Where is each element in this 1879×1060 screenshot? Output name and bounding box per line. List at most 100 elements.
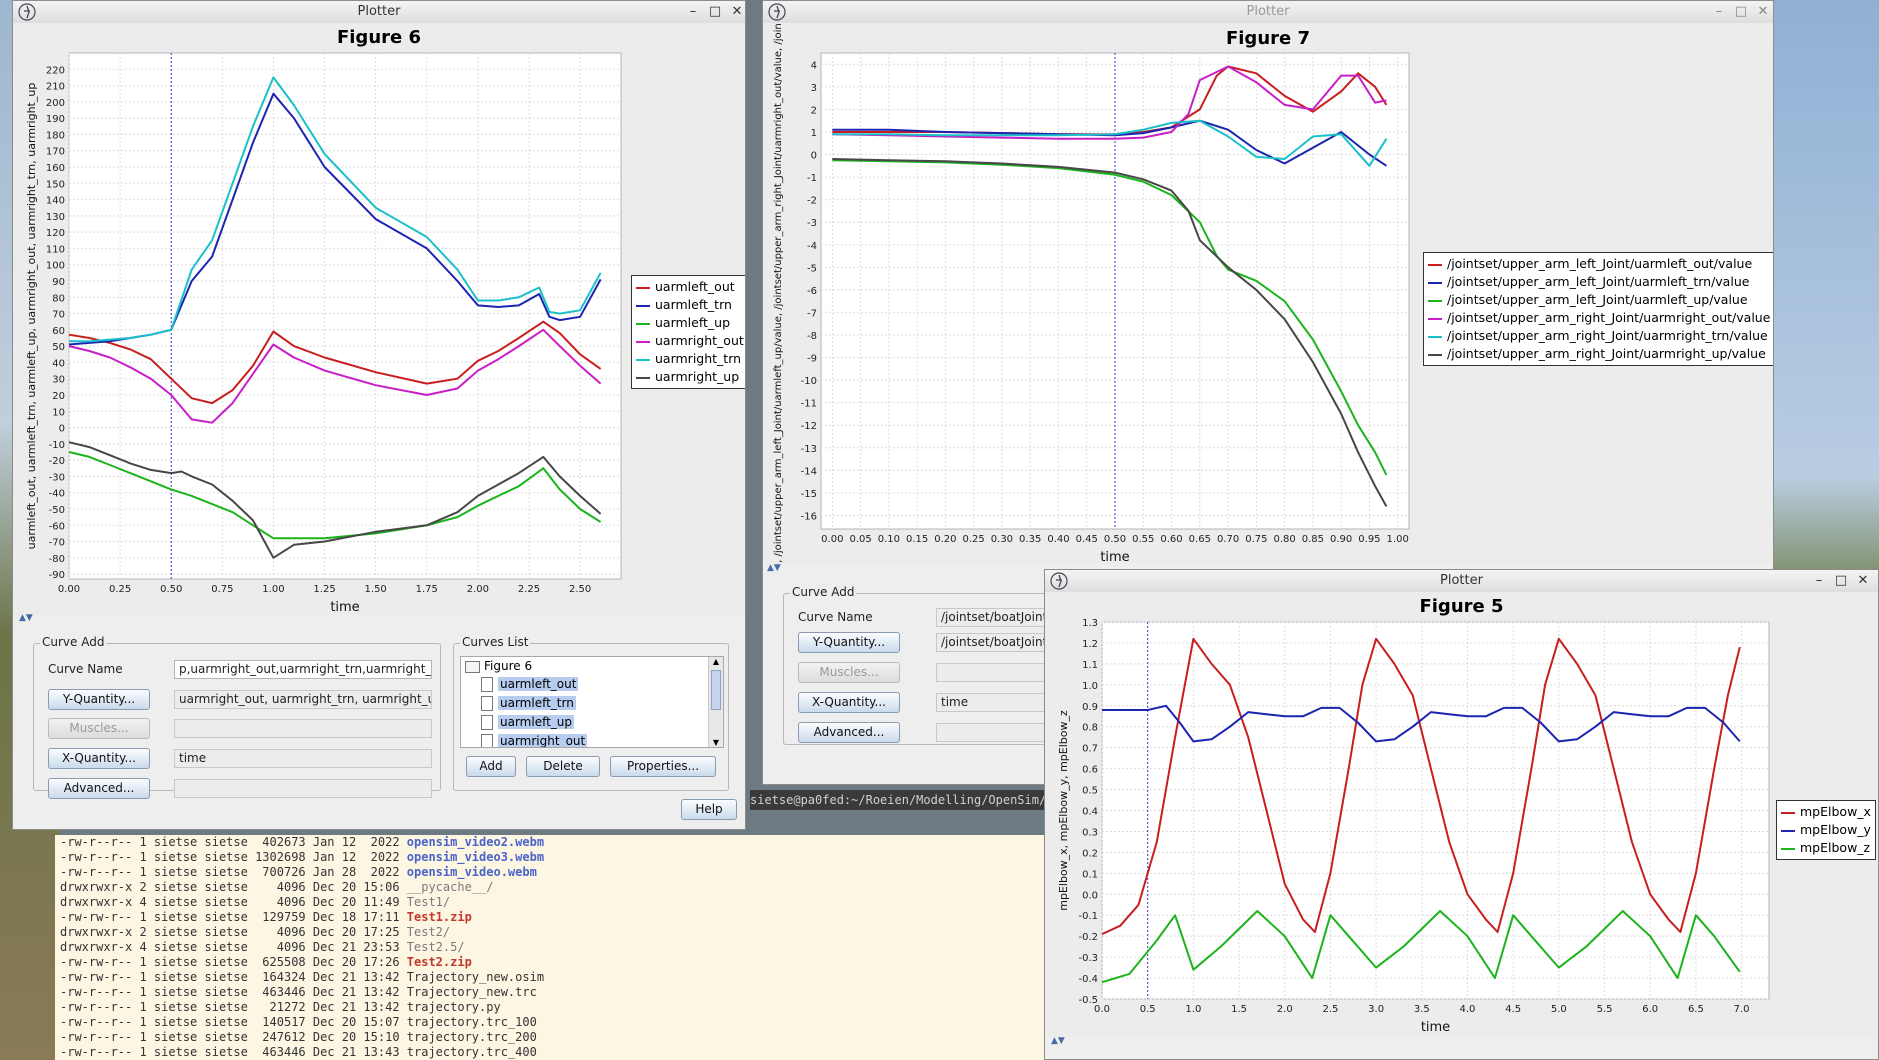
x-quantity-button[interactable]: X-Quantity... [798, 692, 900, 713]
minimize-icon[interactable]: – [683, 1, 703, 23]
close-icon[interactable]: ✕ [1853, 570, 1873, 592]
x-quantity-button[interactable]: X-Quantity... [48, 748, 150, 769]
terminal-line: drwxrwxr-x 4 sietse sietse 4096 Dec 21 2… [55, 940, 1045, 955]
legend-swatch [1781, 829, 1795, 832]
legend-entry: mpElbow_x [1781, 803, 1871, 821]
delete-curve-button[interactable]: Delete [526, 756, 600, 777]
divider-arrows[interactable]: ▲▼ [1051, 1036, 1065, 1046]
y-tick-label: 1 [811, 128, 817, 139]
file-meta: -rw-rw-r-- 1 sietse sietse 625508 Dec 20… [60, 955, 407, 969]
plotter-window-figure6[interactable]: Plotter – □ ✕ Figure 6 0.00 0.25 0.50 0.75 1… [12, 0, 746, 830]
document-icon [481, 734, 493, 747]
muscles-button[interactable]: Muscles... [798, 662, 900, 683]
scroll-down-icon[interactable]: ▼ [709, 738, 723, 747]
y-tick-label: -40 [49, 489, 65, 500]
minimize-icon[interactable]: – [1709, 1, 1729, 23]
add-curve-button[interactable]: Add [466, 756, 516, 777]
legend-entry: mpElbow_z [1781, 839, 1871, 857]
y-tick-label: 200 [46, 98, 65, 109]
close-icon[interactable]: ✕ [727, 1, 745, 23]
legend-entry: uarmleft_up [636, 314, 744, 332]
x-tick-label: 0.70 [1217, 534, 1239, 545]
curve-add-group: Curve Add Curve Name p,uarmright_out,uar… [33, 635, 441, 799]
x-tick-label: 0.5 [1140, 1004, 1156, 1015]
properties-button[interactable]: Properties... [610, 756, 716, 777]
muscles-button[interactable]: Muscles... [48, 718, 150, 739]
advanced-button[interactable]: Advanced... [798, 722, 900, 743]
figure6-chart[interactable]: 0.00 0.25 0.50 0.75 1.00 1.25 1.50 1.75 2.00 2.25… [13, 23, 638, 615]
terminal-line: -rw-rw-r-- 1 sietse sietse 625508 Dec 20… [55, 955, 1045, 970]
curves-tree[interactable]: Figure 6 uarmleft_out uarmleft_trnuarmlef… [460, 656, 724, 748]
file-meta: -rw-r--r-- 1 sietse sietse 700726 Jan 28… [60, 865, 407, 879]
x-tick-label: 1.25 [313, 584, 335, 595]
y-tick-label: -15 [801, 489, 817, 500]
legend-swatch [1428, 335, 1442, 338]
y-tick-label: -0.1 [1078, 911, 1098, 922]
curve-list-item[interactable]: uarmleft_trn [481, 695, 576, 711]
legend-label: uarmleft_trn [655, 297, 732, 312]
y-quantity-field: uarmright_out, uarmright_trn, uarmright_… [174, 690, 432, 709]
x-tick-label: 0.20 [934, 534, 956, 545]
y-axis-label: /jointset/upper_arm_left_Joint/uarmleft_… [773, 23, 784, 563]
curve-list-item-label: uarmleft_out [498, 677, 579, 691]
scroll-thumb[interactable] [711, 670, 721, 710]
curve-name-field[interactable]: p,uarmright_out,uarmright_trn,uarmright_… [174, 660, 432, 679]
y-tick-label: 210 [46, 82, 65, 93]
terminal-line: -rw-r--r-- 1 sietse sietse 140517 Dec 20… [55, 1015, 1045, 1030]
maximize-icon[interactable]: □ [1731, 1, 1751, 23]
legend-label: mpElbow_z [1800, 840, 1871, 855]
tree-scrollbar[interactable]: ▲ ▼ [708, 657, 723, 747]
minimize-icon[interactable]: – [1809, 570, 1829, 592]
file-name: Test2.zip [406, 955, 472, 969]
tree-root[interactable]: Figure 6 [465, 658, 532, 674]
plot-panel[interactable]: Figure 6 0.00 0.25 0.50 0.75 1.00 1.25 1.50 1.7… [13, 23, 745, 615]
advanced-button[interactable]: Advanced... [48, 778, 150, 799]
group-label: Curve Add [790, 585, 857, 599]
legend-entry: /jointset/upper_arm_left_Joint/uarmleft_… [1428, 255, 1770, 273]
figure7-chart[interactable]: 0.00 0.05 0.10 0.15 0.20 0.25 0.30 0.35 0.40 0.45… [763, 23, 1423, 563]
curve-list-item[interactable]: uarmleft_up [481, 714, 575, 730]
y-tick-label: -10 [49, 440, 65, 451]
y-quantity-button[interactable]: Y-Quantity... [48, 689, 150, 710]
terminal-listing[interactable]: -rw-r--r-- 1 sietse sietse 402673 Jan 12… [55, 835, 1045, 1060]
group-label: Curves List [460, 635, 531, 649]
plot-panel[interactable]: Figure 7 0.00 0.05 0.10 0.15 0.20 0.25 0.30 0.3… [763, 23, 1773, 563]
figure5-chart[interactable]: 0.0 0.5 1.0 1.5 2.0 2.5 3.0 3.5 4.0 4.5 5.0 5.5 6.0 6… [1045, 592, 1775, 1037]
curve-list-item[interactable]: uarmleft_out [481, 676, 579, 692]
close-icon[interactable]: ✕ [1753, 1, 1773, 23]
tree-root-label: Figure 6 [484, 659, 533, 673]
y-quantity-button[interactable]: Y-Quantity... [798, 632, 900, 653]
y-tick-label: -6 [807, 286, 817, 297]
plotter-window-figure5[interactable]: Plotter – □ ✕ Figure 5 0.0 0.5 1.0 1.5 2.0 2.… [1044, 569, 1879, 1060]
divider-arrows[interactable]: ▲▼ [767, 563, 781, 573]
divider-arrows[interactable]: ▲▼ [19, 613, 33, 623]
x-tick-label: 2.50 [569, 584, 591, 595]
maximize-icon[interactable]: □ [705, 1, 725, 23]
maximize-icon[interactable]: □ [1831, 570, 1851, 592]
titlebar[interactable]: Plotter – □ ✕ [763, 1, 1773, 24]
x-tick-label: 0.50 [1104, 534, 1126, 545]
legend-entry: /jointset/upper_arm_right_Joint/uarmrigh… [1428, 309, 1770, 327]
document-icon [481, 677, 493, 692]
x-tick-label: 0.65 [1189, 534, 1211, 545]
y-tick-label: 110 [46, 244, 65, 255]
x-tick-label: 0.30 [991, 534, 1013, 545]
x-tick-label: 3.5 [1414, 1004, 1430, 1015]
legend-label: /jointset/upper_arm_left_Joint/uarmleft_… [1447, 292, 1748, 307]
curve-list-item[interactable]: uarmright_out [481, 733, 588, 747]
x-tick-label: 1.00 [1387, 534, 1409, 545]
y-tick-label: 0.1 [1082, 869, 1098, 880]
scroll-up-icon[interactable]: ▲ [709, 657, 723, 666]
window-title: Plotter [1440, 573, 1483, 588]
plot-panel[interactable]: Figure 5 0.0 0.5 1.0 1.5 2.0 2.5 3.0 3.5 4.0 4.5 5… [1045, 592, 1878, 1037]
help-button[interactable]: Help [681, 799, 737, 820]
titlebar[interactable]: Plotter – □ ✕ [13, 1, 745, 24]
titlebar[interactable]: Plotter – □ ✕ [1045, 570, 1878, 593]
file-name: Trajectory_new.trc [406, 985, 537, 999]
y-tick-label: -2 [807, 196, 817, 207]
x-tick-label: 4.0 [1460, 1004, 1476, 1015]
x-tick-label: 1.5 [1231, 1004, 1247, 1015]
legend-entry: /jointset/upper_arm_right_Joint/uarmrigh… [1428, 327, 1770, 345]
y-tick-label: 80 [52, 293, 65, 304]
legend-entry: /jointset/upper_arm_left_Joint/uarmleft_… [1428, 291, 1770, 309]
